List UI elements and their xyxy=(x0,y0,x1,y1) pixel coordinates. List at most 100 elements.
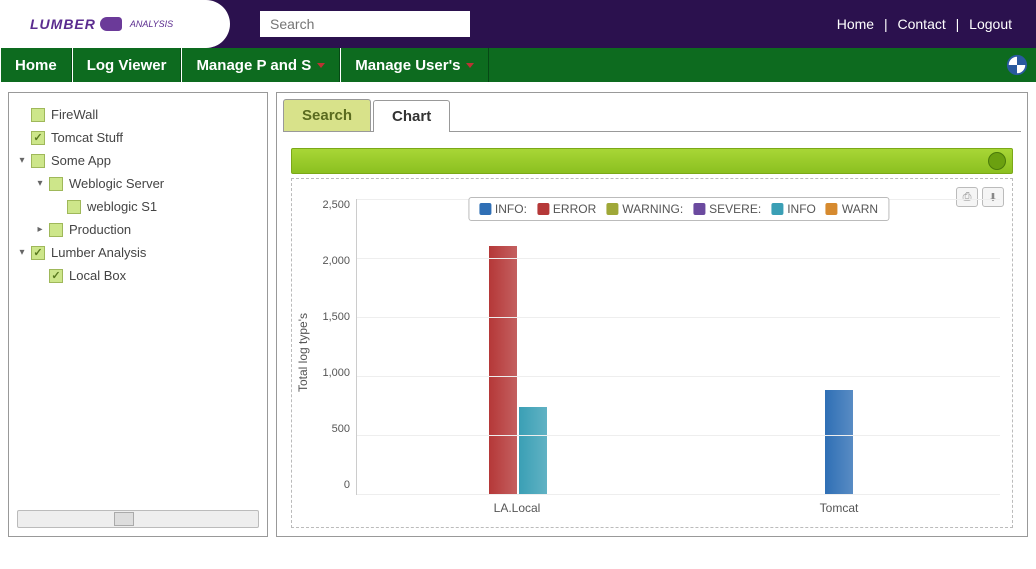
legend-label: WARNING: xyxy=(622,202,683,216)
bar[interactable] xyxy=(519,407,547,494)
gridline xyxy=(357,376,1000,377)
gridline xyxy=(357,258,1000,259)
chevron-down-icon xyxy=(466,63,474,68)
legend-label: SEVERE: xyxy=(709,202,761,216)
legend-label: ERROR xyxy=(553,202,596,216)
tree-node[interactable]: ▾ Some App xyxy=(17,149,259,172)
tree-label: Local Box xyxy=(69,268,126,283)
legend-swatch xyxy=(606,203,618,215)
checkbox-icon[interactable] xyxy=(49,177,63,191)
sidebar: FireWall Tomcat Stuff ▾ Some App ▾ Weblogic S… xyxy=(8,92,268,537)
help-icon[interactable] xyxy=(1006,54,1028,76)
legend-label: WARN xyxy=(842,202,878,216)
tree-toggle-icon[interactable]: ▾ xyxy=(35,178,45,189)
logo-icon xyxy=(100,17,122,31)
chart-banner xyxy=(291,148,1013,174)
logo-sub: ANALYSIS xyxy=(130,19,173,29)
checkbox-checked-icon[interactable] xyxy=(31,131,45,145)
checkbox-checked-icon[interactable] xyxy=(31,246,45,260)
tab-chart[interactable]: Chart xyxy=(373,100,450,132)
chart-area: ⎙ ⬇ Total log type's 2,5002,0001,5001,00… xyxy=(283,132,1021,528)
y-tick: 1,500 xyxy=(318,311,350,323)
nav-item-log-viewer[interactable]: Log Viewer xyxy=(72,48,182,82)
x-label: LA.Local xyxy=(356,501,678,515)
gridline xyxy=(357,317,1000,318)
chevron-down-icon xyxy=(317,63,325,68)
tree-toggle-icon[interactable]: ▾ xyxy=(17,155,27,166)
y-axis-label: Total log type's xyxy=(292,313,314,392)
logo-container: LUMBER ANALYSIS xyxy=(0,0,230,48)
legend-item[interactable]: WARNING: xyxy=(606,202,683,216)
link-logout[interactable]: Logout xyxy=(969,16,1012,32)
nav-bar: HomeLog ViewerManage P and SManage User'… xyxy=(0,48,1036,82)
bar-group xyxy=(679,199,1001,494)
nav-item-manage-user-s[interactable]: Manage User's xyxy=(340,48,489,82)
header-links: Home | Contact | Logout xyxy=(837,16,1012,32)
legend-item[interactable]: ERROR xyxy=(537,202,596,216)
tree-label: FireWall xyxy=(51,107,98,122)
checkbox-icon[interactable] xyxy=(31,108,45,122)
tree-label: Lumber Analysis xyxy=(51,245,146,260)
y-tick: 2,000 xyxy=(318,255,350,267)
y-tick: 2,500 xyxy=(318,199,350,211)
tree-label: weblogic S1 xyxy=(87,199,157,214)
nav-item-home[interactable]: Home xyxy=(0,48,72,82)
gridline xyxy=(357,435,1000,436)
legend-label: INFO xyxy=(787,202,816,216)
legend-swatch xyxy=(479,203,491,215)
bar-container xyxy=(357,199,1000,494)
legend-item[interactable]: INFO: xyxy=(479,202,527,216)
gridline xyxy=(357,494,1000,495)
chart-legend: INFO: ERROR WARNING: SEVERE: INFO WARN xyxy=(468,197,889,221)
y-tick: 500 xyxy=(318,423,350,435)
tree-node[interactable]: Tomcat Stuff xyxy=(17,126,259,149)
plot-grid: INFO: ERROR WARNING: SEVERE: INFO WARN xyxy=(356,199,1000,495)
legend-item[interactable]: WARN xyxy=(826,202,878,216)
x-label: Tomcat xyxy=(678,501,1000,515)
tab-bar: Search Chart xyxy=(283,99,1021,132)
tree-node[interactable]: weblogic S1 xyxy=(17,195,259,218)
tree-label: Some App xyxy=(51,153,111,168)
logo-main: LUMBER xyxy=(30,16,96,32)
chart-body: ⎙ ⬇ Total log type's 2,5002,0001,5001,00… xyxy=(291,178,1013,528)
link-contact[interactable]: Contact xyxy=(898,16,946,32)
tree-label: Tomcat Stuff xyxy=(51,130,123,145)
legend-item[interactable]: SEVERE: xyxy=(693,202,761,216)
tab-search[interactable]: Search xyxy=(283,99,371,131)
header-bar: LUMBER ANALYSIS Home | Contact | Logout xyxy=(0,0,1036,48)
checkbox-checked-icon[interactable] xyxy=(49,269,63,283)
tree-label: Production xyxy=(69,222,131,237)
checkbox-icon[interactable] xyxy=(49,223,63,237)
tree-node[interactable]: ▸ Production xyxy=(17,218,259,241)
chart-plot: INFO: ERROR WARNING: SEVERE: INFO WARN LA.Loc… xyxy=(356,179,1012,527)
tree-node[interactable]: FireWall xyxy=(17,103,259,126)
tree-node[interactable]: ▾ Weblogic Server xyxy=(17,172,259,195)
nav-item-manage-p-and-s[interactable]: Manage P and S xyxy=(181,48,340,82)
tree: FireWall Tomcat Stuff ▾ Some App ▾ Weblogic S… xyxy=(17,103,259,510)
search-input[interactable] xyxy=(260,11,470,37)
refresh-icon[interactable] xyxy=(988,152,1006,170)
x-labels: LA.LocalTomcat xyxy=(356,495,1000,515)
tree-toggle-icon[interactable]: ▸ xyxy=(35,224,45,235)
checkbox-icon[interactable] xyxy=(67,200,81,214)
legend-swatch xyxy=(771,203,783,215)
y-tick: 1,000 xyxy=(318,367,350,379)
y-tick: 0 xyxy=(318,479,350,491)
bar[interactable] xyxy=(825,390,853,494)
legend-swatch xyxy=(826,203,838,215)
tree-node[interactable]: Local Box xyxy=(17,264,259,287)
tree-node[interactable]: ▾ Lumber Analysis xyxy=(17,241,259,264)
checkbox-icon[interactable] xyxy=(31,154,45,168)
bar-group xyxy=(357,199,679,494)
legend-swatch xyxy=(537,203,549,215)
sidebar-scrollbar[interactable] xyxy=(17,510,259,528)
legend-label: INFO: xyxy=(495,202,527,216)
y-ticks: 2,500 2,000 1,500 1,000 500 0 xyxy=(314,179,356,527)
legend-swatch xyxy=(693,203,705,215)
bar[interactable] xyxy=(489,246,517,494)
tree-label: Weblogic Server xyxy=(69,176,164,191)
scrollbar-thumb[interactable] xyxy=(114,512,134,526)
link-home[interactable]: Home xyxy=(837,16,874,32)
tree-toggle-icon[interactable]: ▾ xyxy=(17,247,27,258)
legend-item[interactable]: INFO xyxy=(771,202,816,216)
